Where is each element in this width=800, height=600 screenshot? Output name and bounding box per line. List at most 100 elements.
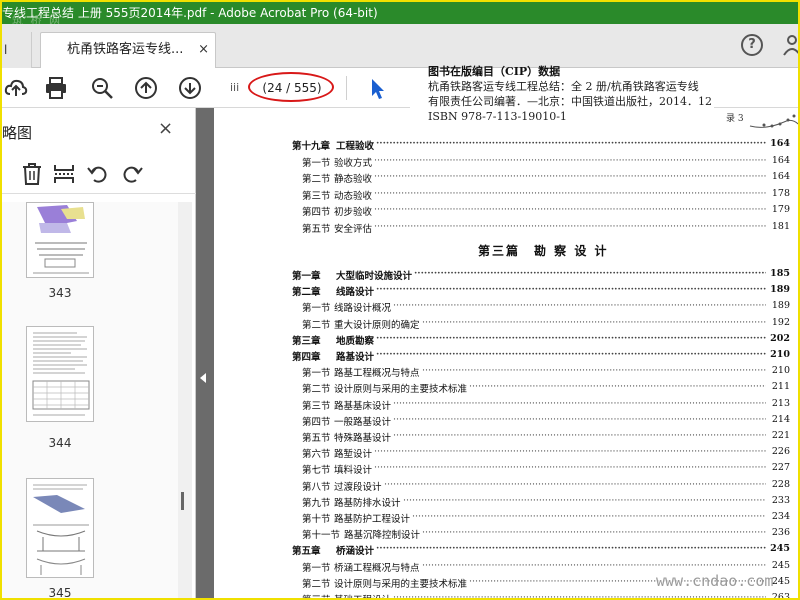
toc-entry[interactable]: 第十九章 工程验收 164 ·····························… [292, 138, 790, 152]
insert-page-icon[interactable] [52, 162, 76, 186]
rotate-left-icon[interactable] [86, 162, 110, 186]
thumbnail-image [33, 484, 89, 575]
toc-entry-title: 桥涵设计 [336, 546, 375, 558]
toc-entry-title: 重大设计原则的确定 [334, 319, 420, 331]
tab-previous[interactable]: l [2, 32, 32, 68]
toc-entry[interactable]: 第五节 安全评估 181 ······························… [292, 221, 790, 235]
toc-entry[interactable]: 第三章 地质勘察 202 ······························… [292, 333, 790, 347]
toc-entry-page: 189 [771, 300, 790, 312]
toc-entry[interactable]: 第七节 填料设计 227 ······························… [292, 462, 790, 476]
page-down-icon[interactable] [178, 76, 202, 100]
scrollbar-thumb[interactable] [181, 492, 184, 510]
toc-entry-page: 164 [771, 171, 790, 182]
toc-entry-number: 第五节 [302, 433, 331, 444]
toc-entry[interactable]: 第六节 路堑设计 226 ······························… [292, 446, 790, 460]
panel-toolbar [2, 154, 196, 194]
toc-entry-title: 设计原则与采用的主要技术标准 [334, 384, 468, 396]
toc-entry[interactable]: 第一节 线路设计概况 189 ····························… [292, 300, 790, 314]
toc-entry[interactable]: 第十节 路基防护工程设计 234 ··························… [292, 511, 790, 525]
upload-cloud-icon[interactable] [4, 76, 28, 100]
toc-dot-leader: ········································… [393, 592, 766, 600]
toc-entry-page: 210 [770, 349, 790, 360]
toc-entry[interactable]: 第二节 设计原则与采用的主要技术标准 211 ····················… [292, 381, 790, 395]
toc-entry[interactable]: 第三节基础工程设计 263 ····························… [292, 592, 790, 600]
cip-line: 有限责任公司编著．—北京：中国铁道出版社，2014．12 [428, 95, 712, 108]
toc-entry-number: 第五章 [292, 546, 321, 558]
toc-entry-page: 189 [770, 284, 790, 296]
thumbnail-scrollbar[interactable] [178, 202, 192, 598]
user-icon[interactable] [783, 34, 800, 56]
toc-dot-leader: ········································… [374, 462, 766, 474]
thumbnail-label: 343 [48, 286, 72, 300]
toc-entry-number: 第十节 [302, 514, 331, 525]
toc-entry-number: 第四节 [302, 416, 331, 428]
page-up-icon[interactable] [134, 76, 158, 100]
toc-entry[interactable]: 第一章 大型临时设施设计 185 ··························… [292, 268, 790, 282]
toc-dot-leader: ········································… [376, 543, 766, 555]
toc-entry-title: 路基工程概况与特点 [334, 368, 420, 380]
select-cursor-icon[interactable] [370, 78, 386, 100]
page-thumbnail-343[interactable] [26, 202, 94, 278]
toc-entry-title: 一般路基设计 [334, 416, 392, 428]
toc-dot-leader: ········································… [403, 494, 766, 506]
toc-entry-title: 桥涵工程概况与特点 [334, 562, 420, 574]
toc-entry-number: 第三节 [302, 592, 331, 598]
toc-entry[interactable]: 第三节 路基基床设计 213 ····························… [292, 398, 790, 412]
toc-entry-number: 第二节 [302, 319, 331, 331]
panel-close-icon[interactable]: × [158, 118, 173, 139]
toc-entry[interactable]: 第五节 特殊路基设计 221 ····························… [292, 430, 790, 444]
toc-entry-page: 236 [771, 527, 790, 539]
toc-entry-title: 填料设计 [334, 465, 373, 477]
collapse-panel-icon[interactable] [200, 373, 206, 383]
toc-entry[interactable]: 第三节 动态验收 178 ······························… [292, 188, 790, 202]
toc-entry[interactable]: 第二章 线路设计 189 ······························… [292, 284, 790, 298]
toc-entry-title: 路基沉降控制设计 [344, 530, 421, 542]
toc-entry-page: 234 [771, 511, 790, 522]
tab-close-icon[interactable]: × [198, 33, 209, 67]
toc-entry[interactable]: 第四节 一般路基设计 214 ····························… [292, 414, 790, 428]
toc-dot-leader: ········································… [376, 332, 766, 344]
toc-entry-title: 工程验收 [336, 141, 375, 152]
toc-entry[interactable]: 第九节 路基防排水设计 233 ···························… [292, 495, 790, 509]
toc-entry[interactable]: 第八节 过渡段设计 228 ·····························… [292, 479, 790, 493]
toc-entry-title: 路基基床设计 [334, 400, 392, 412]
toc-entry-number: 第一节 [302, 562, 331, 574]
thumbnail-label: 344 [48, 436, 72, 450]
toc-entry[interactable]: 第十一节 路基沉降控制设计 236 ·························… [292, 527, 790, 541]
toc-entry[interactable]: 第四章 路基设计 210 ······························… [292, 349, 790, 363]
toc-entry[interactable]: 第四节 初步验收 179 ······························… [292, 204, 790, 218]
toc-dot-leader: ········································… [422, 316, 766, 328]
toc-entry-page: 226 [771, 446, 790, 458]
toc-entry-title: 设计原则与采用的主要技术标准 [334, 578, 468, 590]
toc-entry-title: 路基设计 [336, 352, 375, 363]
toc-dot-leader: ········································… [422, 527, 766, 539]
toc-entry-page: 202 [770, 332, 790, 344]
zoom-icon[interactable] [90, 76, 114, 100]
toc-entry[interactable]: 第五章 桥涵设计 245 ······························… [292, 543, 790, 557]
rotate-right-icon[interactable] [120, 162, 144, 186]
delete-icon[interactable] [20, 162, 44, 186]
toc-entry[interactable]: 第一节 路基工程概况与特点 210 ·························… [292, 365, 790, 379]
toc-entry[interactable]: 第二节 静态验收 164 ······························… [292, 171, 790, 185]
toc-dot-leader: ········································… [384, 478, 766, 490]
toc-entry[interactable]: 第二节 重大设计原则的确定 192 ·························… [292, 317, 790, 331]
decorative-header-ornament: 录 3 [726, 113, 798, 128]
toc-entry-number: 第六节 [302, 449, 331, 461]
thumbnail-image [32, 332, 90, 416]
toc-dot-leader: ········································… [374, 204, 766, 215]
toc-dot-leader: ········································… [376, 284, 766, 296]
page-thumbnail-344[interactable] [26, 326, 94, 422]
thumbnail-label: 345 [48, 586, 72, 600]
toc-dot-leader: ········································… [374, 220, 766, 232]
red-annotation-ellipse [248, 72, 334, 102]
page-thumbnail-345[interactable] [26, 478, 94, 578]
help-icon[interactable]: ? [741, 34, 763, 56]
tab-document[interactable]: 杭甬铁路客运专线... × [40, 32, 216, 69]
toc-dot-leader: ········································… [374, 187, 766, 199]
toc-entry-title: 线路设计概况 [334, 303, 392, 315]
print-icon[interactable] [44, 76, 68, 100]
toc-entry-page: 213 [771, 397, 790, 409]
toc-entry[interactable]: 第一节 验收方式 164 ······························… [292, 155, 790, 169]
toc-entry-number: 第四节 [302, 207, 331, 218]
logo-watermark: 筑 桥 网 [12, 14, 62, 24]
